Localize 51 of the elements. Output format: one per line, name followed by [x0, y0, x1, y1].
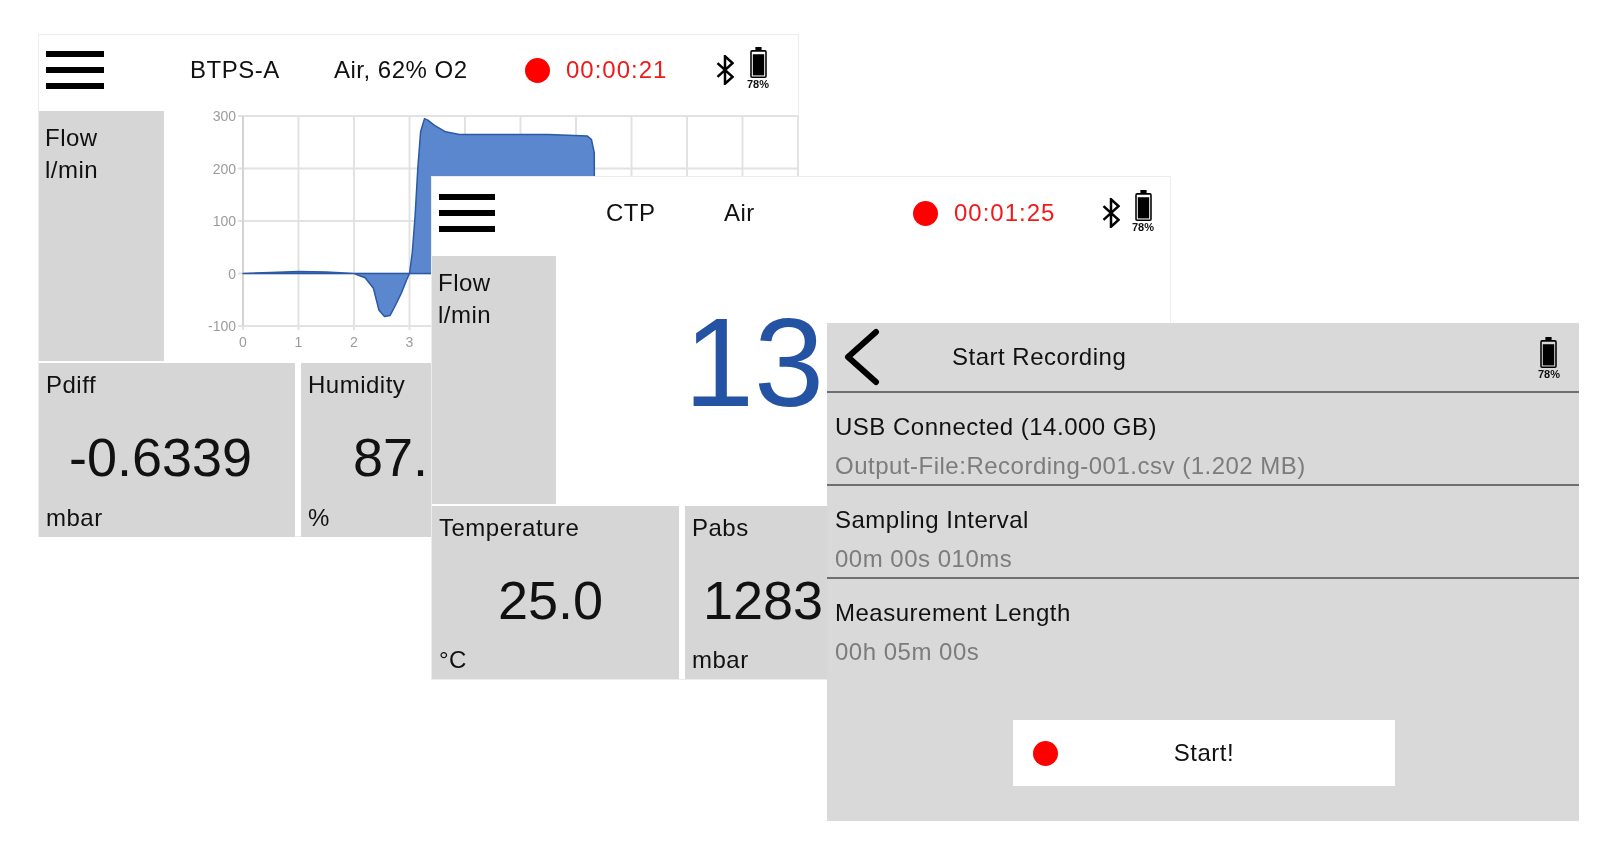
elapsed-time: 00:01:25 [954, 199, 1056, 226]
tile-value: 1283 [703, 573, 824, 627]
battery-percent: 78% [747, 78, 770, 90]
bluetooth-icon [1102, 198, 1120, 228]
unit-label: mbar [46, 503, 103, 533]
axis-tick-label: 300 [212, 111, 236, 124]
tile-label: Humidity [308, 370, 406, 400]
panel-label: Flow [438, 268, 491, 298]
unit-label: l/min [438, 300, 492, 330]
unit-label: l/min [45, 155, 99, 185]
axis-tick-label: 2 [350, 334, 358, 350]
battery-percent: 78% [1132, 221, 1155, 233]
axis-tick-label: 3 [405, 334, 414, 350]
panel-label: Flow [45, 123, 98, 153]
axis-tick-label: -100 [207, 318, 236, 334]
tile-value: 25.0 [498, 573, 604, 627]
unit-label: °C [439, 645, 467, 675]
battery-percent: 78% [1537, 368, 1560, 380]
setting-value: 00m 00s 010ms [835, 544, 1013, 574]
screen-title: Start Recording [952, 342, 1127, 372]
setting-title: Sampling Interval [835, 505, 1029, 535]
back-icon[interactable] [843, 328, 880, 386]
setting-title: Measurement Length [835, 598, 1071, 628]
menu-icon[interactable] [46, 51, 104, 89]
axis-tick-label: 0 [239, 334, 247, 350]
menu-icon[interactable] [439, 194, 495, 232]
battery-icon [1540, 336, 1558, 368]
setting-value: Output-File:Recording-001.csv (1.202 MB) [835, 451, 1306, 481]
axis-tick-label: 1 [294, 334, 303, 350]
tile-label: Pdiff [46, 370, 97, 400]
gas-label: Air, 62% O2 [334, 56, 468, 83]
tile-label: Pabs [692, 513, 749, 543]
unit-label: % [308, 503, 330, 533]
battery-icon [749, 46, 767, 78]
tile-value: -0.6339 [69, 430, 253, 484]
unit-label: mbar [692, 645, 749, 675]
mode-label: BTPS-A [190, 56, 280, 83]
elapsed-time: 00:00:21 [566, 56, 668, 83]
mode-label: CTP [606, 199, 656, 226]
battery-icon [1134, 189, 1152, 221]
setting-value: 00h 05m 00s [835, 637, 980, 667]
start-button[interactable]: Start! [1013, 720, 1395, 786]
tile-label: Temperature [439, 513, 580, 543]
axis-tick-label: 200 [212, 160, 236, 177]
gas-label: Air [724, 199, 755, 226]
bluetooth-icon [716, 55, 734, 85]
main-value: 13 [684, 300, 825, 426]
tile-value: 87. [353, 430, 429, 484]
axis-tick-label: 100 [212, 213, 236, 229]
setting-title: USB Connected (14.000 GB) [835, 412, 1157, 442]
axis-tick-label: 0 [228, 265, 236, 282]
